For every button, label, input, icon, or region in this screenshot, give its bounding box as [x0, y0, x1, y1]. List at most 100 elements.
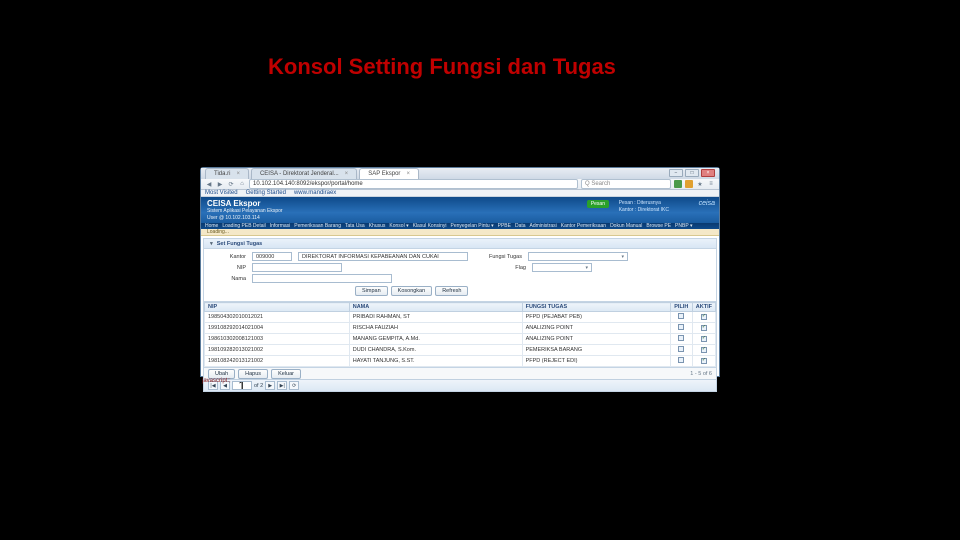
table-row[interactable]: 198610302008121003MANANG GEMPITA, A.Md.A… [205, 334, 716, 345]
cell-aktif[interactable] [692, 312, 715, 323]
cell-nama: PRIBADI RAHMAN, ST [349, 312, 522, 323]
action-bar: Ubah Hapus Keluar 1 - 5 of 6 [204, 367, 716, 379]
cell-aktif[interactable] [692, 345, 715, 356]
cell-aktif[interactable] [692, 334, 715, 345]
table-row[interactable]: 198109282013021002DUDI CHANDRA, S.Kom.PE… [205, 345, 716, 356]
reload-icon[interactable]: ⟳ [227, 180, 235, 188]
tab-2[interactable]: CEISA - Direktorat Jenderal... × [251, 168, 357, 179]
kantor-name-input[interactable]: DIREKTORAT INFORMASI KEPABEANAN DAN CUKA… [298, 252, 468, 261]
cell-nip: 198504302010012021 [205, 312, 350, 323]
menu-icon[interactable]: ≡ [707, 180, 715, 188]
col-nama[interactable]: NAMA [349, 303, 522, 312]
cell-nama: RISCHA FAUZIAH [349, 323, 522, 334]
cell-aktif[interactable] [692, 356, 715, 367]
cell-fungsi: PFPD (REJECT EDI) [522, 356, 670, 367]
fungsi-select[interactable] [528, 252, 628, 261]
message-badge[interactable]: Pesan [587, 200, 609, 208]
cell-aktif[interactable] [692, 323, 715, 334]
tab-2-label: CEISA - Direktorat Jenderal... [260, 171, 339, 177]
bookmarks-bar: Most Visited Getting Started www.mandira… [201, 190, 719, 197]
table-row[interactable]: 199108292014021004RISCHA FAUZIAHANALIZIN… [205, 323, 716, 334]
form-area: Kantor 009000 DIREKTORAT INFORMASI KEPAB… [204, 249, 716, 301]
cell-nip: 199108292014021004 [205, 323, 350, 334]
label-fungsi: Fungsi Tugas [474, 254, 522, 260]
bookmark-item[interactable]: Getting Started [246, 190, 286, 196]
app-header: CEISA Ekspor Sistem Aplikasi Pelayanan E… [201, 197, 719, 223]
cell-nama: DUDI CHANDRA, S.Kom. [349, 345, 522, 356]
pager: |◀ ◀ of 2 ▶ ▶| ⟳ [204, 379, 716, 391]
collapse-icon[interactable]: ▾ [210, 241, 213, 247]
page-input[interactable] [232, 381, 252, 390]
label-nama: Nama [212, 276, 246, 282]
col-nip[interactable]: NIP [205, 303, 350, 312]
page-refresh-icon[interactable]: ⟳ [289, 381, 299, 390]
page-of: of 2 [254, 383, 263, 389]
url-text: 10.102.104.140:8092/ekspor/portal/home [253, 181, 363, 187]
hapus-button[interactable]: Hapus [238, 369, 268, 379]
cell-pilih[interactable] [670, 334, 692, 345]
record-range: 1 - 5 of 6 [690, 371, 712, 377]
cell-nip: 198108242013121002 [205, 356, 350, 367]
browser-window: Tida.ri × CEISA - Direktorat Jenderal...… [200, 167, 720, 377]
close-icon[interactable]: × [406, 171, 410, 177]
label-nip: NIP [212, 265, 246, 271]
app-meta: Pesan : DiterusnyaKantor : Direktorat IK… [619, 200, 669, 214]
slide-title: Konsol Setting Fungsi dan Tugas [268, 54, 616, 80]
cell-pilih[interactable] [670, 323, 692, 334]
nama-input[interactable] [252, 274, 392, 283]
tab-3[interactable]: SAP Ekspor × [359, 168, 419, 179]
bookmark-icon[interactable]: ★ [696, 180, 704, 188]
page-last-icon[interactable]: ▶| [277, 381, 287, 390]
close-icon[interactable]: × [345, 171, 349, 177]
home-icon[interactable]: ⌂ [238, 180, 246, 188]
col-pilih[interactable]: PILIH [670, 303, 692, 312]
page-next-icon[interactable]: ▶ [265, 381, 275, 390]
loading-strip: Loading... [201, 229, 719, 236]
nip-input[interactable] [252, 263, 342, 272]
panel-title[interactable]: ▾ Set Fungsi Tugas [204, 239, 716, 249]
bookmark-item[interactable]: Most Visited [205, 190, 238, 196]
simpan-button[interactable]: Simpan [355, 286, 388, 296]
tab-1[interactable]: Tida.ri × [205, 168, 249, 179]
main-panel: ▾ Set Fungsi Tugas Kantor 009000 DIREKTO… [203, 238, 717, 392]
flag-select[interactable] [532, 263, 592, 272]
tab-strip: Tida.ri × CEISA - Direktorat Jenderal...… [201, 168, 719, 179]
search-placeholder: Q Search [585, 181, 610, 187]
cell-fungsi: ANALIZING POINT [522, 334, 670, 345]
cell-fungsi: PFPD (PEJABAT PEB) [522, 312, 670, 323]
table-row[interactable]: 198504302010012021PRIBADI RAHMAN, STPFPD… [205, 312, 716, 323]
forward-icon[interactable]: ▶ [216, 180, 224, 188]
cell-nip: 198610302008121003 [205, 334, 350, 345]
minimize-button[interactable]: − [669, 169, 683, 177]
addon-icon[interactable] [685, 180, 693, 188]
cell-pilih[interactable] [670, 312, 692, 323]
keluar-button[interactable]: Keluar [271, 369, 301, 379]
cell-fungsi: ANALIZING POINT [522, 323, 670, 334]
label-kantor: Kantor [212, 254, 246, 260]
cell-nama: MANANG GEMPITA, A.Md. [349, 334, 522, 345]
bookmark-item[interactable]: www.mandiraex [294, 190, 336, 196]
col-fungsi[interactable]: FUNGSI TUGAS [522, 303, 670, 312]
col-aktif[interactable]: AKTIF [692, 303, 715, 312]
table-row[interactable]: 198108242013121002HAYATI TANJUNG, S.ST.P… [205, 356, 716, 367]
cell-pilih[interactable] [670, 345, 692, 356]
kosongkan-button[interactable]: Kosongkan [391, 286, 433, 296]
search-input[interactable]: Q Search [581, 179, 671, 189]
tab-3-label: SAP Ekspor [368, 171, 400, 177]
url-input[interactable]: 10.102.104.140:8092/ekspor/portal/home [249, 179, 578, 189]
back-icon[interactable]: ◀ [205, 180, 213, 188]
ubah-button[interactable]: Ubah [208, 369, 235, 379]
address-bar: ◀ ▶ ⟳ ⌂ 10.102.104.140:8092/ekspor/porta… [201, 179, 719, 190]
download-icon[interactable] [674, 180, 682, 188]
cell-pilih[interactable] [670, 356, 692, 367]
cell-fungsi: PEMERIKSA BARANG [522, 345, 670, 356]
data-table: NIP NAMA FUNGSI TUGAS PILIH AKTIF 198504… [204, 301, 716, 367]
cell-nama: HAYATI TANJUNG, S.ST. [349, 356, 522, 367]
tab-1-label: Tida.ri [214, 171, 230, 177]
maximize-button[interactable]: □ [685, 169, 699, 177]
app-user: User @ 10.102.103.114 [207, 215, 713, 221]
kantor-code-input[interactable]: 009000 [252, 252, 292, 261]
refresh-button[interactable]: Refresh [435, 286, 468, 296]
close-window-button[interactable]: × [701, 169, 715, 177]
close-icon[interactable]: × [236, 171, 240, 177]
